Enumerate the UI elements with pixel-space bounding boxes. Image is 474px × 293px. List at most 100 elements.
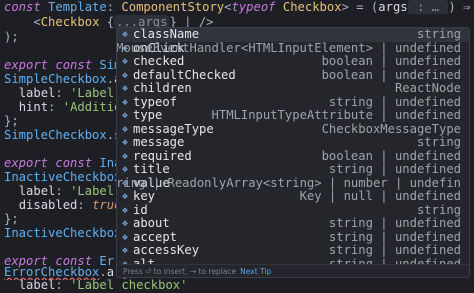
punctuation: : [55, 278, 71, 292]
keyword: const [55, 58, 93, 72]
suggestion-label: checked [133, 55, 185, 68]
symbol-field-icon: ❖ [121, 123, 129, 135]
suggestion-type-detail: string | ReadonlyArray<string> | number … [117, 176, 461, 190]
suggestion-item[interactable]: ❖ id string [117, 204, 469, 218]
suggestion-type-detail: boolean | undefined [321, 68, 461, 82]
code-editor[interactable]: const Template: ComponentStory<typeof Ch… [0, 0, 474, 292]
object-key: label [18, 278, 56, 292]
suggestion-item[interactable]: ❖ accessKey string | undefined [117, 244, 469, 258]
identifier: Template [48, 0, 107, 14]
suggestion-label: title [133, 163, 170, 176]
string-literal: 'Label checkbox' [70, 278, 188, 292]
punctuation: : [106, 0, 115, 14]
suggestion-item[interactable]: ❖ typeof string | undefined [117, 96, 469, 110]
suggestion-label: type [133, 109, 163, 122]
suggestion-label: message [133, 136, 185, 149]
suggestion-item[interactable]: ❖ title string | undefined [117, 163, 469, 177]
keyword: typeof [231, 0, 276, 14]
type-name: ComponentStory [121, 0, 225, 14]
punctuation: < [224, 0, 232, 14]
autocomplete-popup[interactable]: ❖ className string ❖ onClick MouseEventHandle… [116, 27, 470, 278]
suggestion-type-detail: string [416, 28, 461, 41]
suggestion-item[interactable]: ❖ checked boolean | undefined [117, 55, 469, 69]
suggestion-label: accessKey [133, 244, 200, 257]
symbol-field-icon: ❖ [121, 56, 129, 67]
suggestion-type-detail: HTMLInputTypeAttribute | undefined [211, 109, 461, 122]
symbol-field-icon: ❖ [121, 231, 129, 243]
punctuation: ) ⇒ ( [448, 0, 471, 14]
suggestion-type-detail: boolean | undefined [321, 149, 461, 163]
suggestion-type-detail: string [416, 136, 461, 149]
suggestion-item[interactable]: ❖ key Key | null | undefined [117, 190, 469, 204]
jsx-tag: Checkbox [40, 15, 100, 29]
suggestion-type-detail: string | undefined [328, 244, 461, 257]
punctuation: ); [4, 30, 19, 44]
type-name: Checkbox [282, 0, 342, 14]
suggestion-label: key [133, 190, 156, 203]
object-key: label [18, 184, 56, 198]
suggestion-item[interactable]: ❖ onClick MouseEventHandler<HTMLInputEleme… [117, 42, 469, 56]
identifier: InactiveCheckbox [4, 226, 122, 240]
punctuation: : [55, 184, 71, 198]
suggestion-label: accept [133, 230, 178, 244]
punctuation: > = ( [341, 0, 379, 14]
code-line: label: 'Label checkbox' [4, 277, 474, 293]
suggestion-label: typeof [133, 95, 178, 109]
suggestion-item[interactable]: ❖ type HTMLInputTypeAttribute | undefined [117, 109, 469, 123]
suggestion-type-detail: string [416, 203, 461, 217]
suggestion-label: children [133, 82, 192, 95]
suggestion-type-detail: boolean | undefined [321, 55, 461, 68]
suggestion-label: id [133, 203, 148, 217]
object-key: disabled [18, 198, 78, 212]
suggestion-type-detail: string | undefined [328, 163, 461, 176]
suggestion-type-detail: string | undefined [328, 217, 461, 230]
suggestion-list[interactable]: ❖ className string ❖ onClick MouseEventHandle… [117, 28, 469, 264]
next-tip-link[interactable]: Next Tip [240, 267, 271, 276]
punctuation: : [55, 86, 71, 100]
punctuation: }; [4, 212, 19, 226]
punctuation: < [33, 15, 41, 29]
identifier: InactiveCheckbox [4, 170, 122, 184]
parameter: args [378, 0, 408, 14]
symbol-field-icon: ❖ [121, 191, 129, 202]
symbol-field-icon: ❖ [121, 96, 129, 108]
footer-hint: Press ⏎ to insert, → to replace [123, 267, 237, 276]
keyword: const [4, 0, 41, 14]
symbol-field-icon: ❖ [121, 164, 129, 175]
suggestion-item[interactable]: ❖ children ReactNode [117, 82, 469, 96]
symbol-field-icon: ❖ [121, 110, 129, 121]
punctuation: }; [4, 114, 19, 128]
suggestion-item[interactable]: ❖ className string [117, 28, 469, 42]
suggestion-item[interactable]: ❖ required boolean | undefined [117, 150, 469, 164]
suggestion-item[interactable]: ❖ value string | ReadonlyArray<string> | n… [117, 177, 469, 191]
suggestion-type-detail: string | undefined [328, 95, 461, 109]
punctuation: { [99, 15, 115, 29]
object-key: label [18, 86, 56, 100]
suggestion-type-detail: string | undefined [328, 230, 461, 244]
suggestion-label: messageType [133, 122, 214, 136]
keyword: const [55, 156, 93, 170]
inlay-hint[interactable]: : … [407, 0, 449, 14]
code-line: const Template: ComponentStory<typeof Ch… [4, 0, 474, 15]
symbol-field-icon: ❖ [121, 83, 129, 94]
symbol-field-icon: ❖ [121, 69, 129, 81]
symbol-field-icon: ❖ [121, 245, 129, 256]
suggestion-type-detail: CheckboxMessageType [321, 122, 461, 136]
punctuation: : [77, 198, 93, 212]
symbol-field-icon: ❖ [121, 150, 129, 162]
object-key: hint [18, 100, 49, 114]
symbol-field-icon: ❖ [121, 204, 129, 216]
suggestion-item[interactable]: ❖ about string | undefined [117, 217, 469, 231]
suggestion-label: required [133, 149, 192, 163]
suggestion-item[interactable]: ❖ messageType CheckboxMessageType [117, 123, 469, 137]
symbol-field-icon: ❖ [121, 218, 129, 229]
suggestion-footer: Press ⏎ to insert, → to replace Next Tip [117, 264, 469, 277]
suggestion-label: className [133, 28, 200, 41]
punctuation: : [48, 100, 63, 114]
suggestion-item[interactable]: ❖ defaultChecked boolean | undefined [117, 69, 469, 83]
suggestion-type-detail: MouseEventHandler<HTMLInputElement> | un… [117, 41, 461, 55]
suggestion-label: defaultChecked [133, 68, 236, 82]
suggestion-item[interactable]: ❖ accept string | undefined [117, 231, 469, 245]
suggestion-item[interactable]: ❖ message string [117, 136, 469, 150]
identifier: SimpleCheckbox [4, 128, 107, 142]
